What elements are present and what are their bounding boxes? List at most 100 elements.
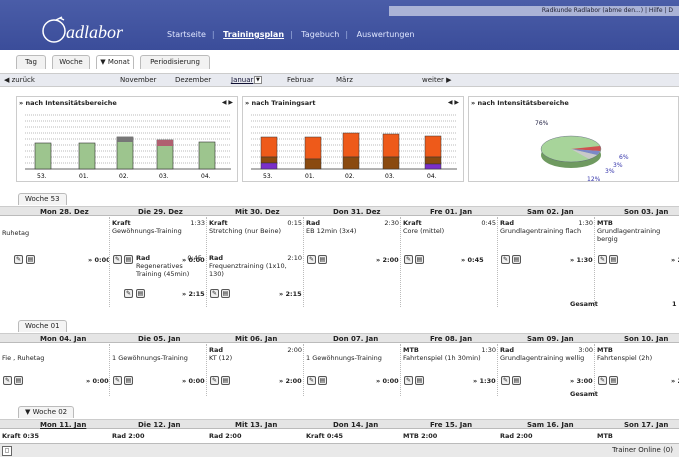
copy-icon[interactable]: ▤ — [318, 376, 327, 385]
label-02: 02. — [119, 173, 129, 180]
day-cell[interactable]: Ruhetag ✎ ▤ » 0:00 — [0, 217, 110, 307]
edit-icon[interactable]: ✎ — [598, 376, 607, 385]
day-cell[interactable]: Rad 2:00 KT (12) ✎ ▤ » 2:00 — [207, 344, 304, 396]
month-maerz[interactable]: März — [336, 76, 353, 84]
entry-text: MTB Grundlagentraining bergig — [597, 219, 661, 243]
week-tab-53[interactable]: Woche 53 — [18, 193, 67, 205]
bar-02-orange — [342, 132, 360, 158]
edit-icon[interactable]: ✎ — [501, 255, 510, 264]
day-cell[interactable]: MTB 1:30 Fahrtenspiel (1h 30min) ✎ ▤ » 1:3… — [401, 344, 498, 396]
tab-tag[interactable]: Tag — [16, 55, 46, 69]
month-dezember[interactable]: Dezember — [175, 76, 211, 84]
edit-icon[interactable]: ✎ — [598, 255, 607, 264]
panel-arrows[interactable]: ◀ ▶ — [448, 99, 459, 106]
day-cell[interactable]: Rad 1:30 Grundlagentraining flach ✎ ▤ » 1:… — [498, 217, 595, 307]
tab-periodisierung[interactable]: Periodisierung — [140, 55, 210, 69]
radlabor-logo[interactable]: adlabor — [42, 14, 152, 44]
edit-icon[interactable]: ✎ — [3, 376, 12, 385]
day-cell[interactable]: Kraft 0:15 Stretching (nur Beine) Rad 2:10 F… — [207, 217, 304, 307]
day-sum: » 0:00 — [86, 377, 109, 385]
month-januar[interactable]: Januar — [231, 76, 253, 84]
edit-icon[interactable]: ✎ — [210, 376, 219, 385]
copy-icon[interactable]: ▤ — [221, 376, 230, 385]
day-sum: » 2:15 — [279, 290, 302, 298]
copy-icon[interactable]: ▤ — [124, 255, 133, 264]
entry-text: Rad 2:10 Frequenztraining (1x10, 130) — [209, 254, 302, 278]
nav-startseite[interactable]: Startseite — [167, 30, 206, 39]
copy-icon[interactable]: ▤ — [609, 376, 618, 385]
edit-icon[interactable]: ✎ — [404, 255, 413, 264]
day-sum: » 1:30 — [570, 256, 593, 264]
day-sum: » 2 — [671, 256, 679, 264]
copy-icon[interactable]: ▤ — [26, 255, 35, 264]
edit-icon[interactable]: ✎ — [210, 289, 219, 298]
day-header: Don 07. Jan — [333, 335, 379, 343]
day-cell[interactable]: Kraft 1:33 Gewöhnungs-Training ✎ ▤ » 0:00 … — [110, 217, 207, 307]
label-02: 02. — [345, 173, 355, 180]
day-cell[interactable]: MTBGrundlagentraining bergig ✎ ▤ » 2 — [595, 217, 679, 307]
copy-icon[interactable]: ▤ — [221, 289, 230, 298]
edit-icon[interactable]: ✎ — [14, 255, 23, 264]
day-cell[interactable]: 1 Gewöhnungs-Training ✎ ▤ » 0:00 — [110, 344, 207, 396]
user-bar[interactable]: Radkunde Radlabor (abme den...) | Hilfe … — [389, 6, 679, 16]
day-header: Sam 02. Jan — [527, 208, 574, 216]
entry-text: Rad 2:00 — [209, 432, 242, 440]
copy-icon[interactable]: ▤ — [415, 255, 424, 264]
nav-tagebuch[interactable]: Tagebuch — [301, 30, 339, 39]
month-februar[interactable]: Februar — [287, 76, 314, 84]
edit-icon[interactable]: ✎ — [307, 255, 316, 264]
tab-woche[interactable]: Woche — [52, 55, 90, 69]
edit-icon[interactable]: ✎ — [113, 376, 122, 385]
day-sum: » 0:00 — [182, 377, 205, 385]
day-cell[interactable]: Rad 2:30 EB 12min (3x4) ✎ ▤ » 2:00 — [304, 217, 401, 307]
nav-trainingsplan[interactable]: Trainingsplan — [223, 30, 284, 39]
entry-text: Kraft 0:35 — [2, 432, 39, 440]
edit-icon[interactable]: ✎ — [404, 376, 413, 385]
week-total-label: Gesamt — [570, 300, 598, 308]
nav-auswertungen[interactable]: Auswertungen — [357, 30, 415, 39]
bar-04-purple — [424, 163, 442, 170]
pie-label-76: 76% — [535, 120, 549, 127]
copy-icon[interactable]: ▤ — [136, 289, 145, 298]
day-cell[interactable]: Rad 3:00 Grundlagentraining wellig ✎ ▤ » 3… — [498, 344, 595, 396]
day-header: Sam 09. Jan — [527, 335, 574, 343]
day-header: Mit 13. Jan — [235, 421, 278, 429]
copy-icon[interactable]: ▤ — [14, 376, 23, 385]
copy-icon[interactable]: ▤ — [415, 376, 424, 385]
tab-monat[interactable]: ▼ Monat — [96, 55, 134, 69]
copy-icon[interactable]: ▤ — [609, 255, 618, 264]
trainer-online[interactable]: Trainer Online (0) — [612, 446, 673, 454]
edit-icon[interactable]: ✎ — [113, 255, 122, 264]
day-cell[interactable]: MTBFahrtenspiel (2h) ✎ ▤ » 2 — [595, 344, 679, 396]
week-tab-01[interactable]: Woche 01 — [18, 320, 67, 332]
edit-icon[interactable]: ✎ — [124, 289, 133, 298]
forward-link[interactable]: weiter ▶ — [422, 76, 452, 84]
bar-01-orange — [304, 136, 322, 160]
bar-53-brown — [260, 156, 278, 164]
day-sum: » 1:30 — [473, 377, 496, 385]
day-cell[interactable]: Kraft 0:45 Core (mittel) ✎ ▤ » 0:45 — [401, 217, 498, 307]
copy-icon[interactable]: ▤ — [512, 255, 521, 264]
month-dropdown-icon[interactable]: ▼ — [254, 76, 262, 84]
pie-label-3b: 3% — [605, 168, 615, 175]
entry-text: Fie , Ruhetag — [2, 354, 45, 362]
bar-03-brown — [382, 156, 400, 170]
panel-title: » nach Trainingsart — [245, 99, 316, 107]
panel-arrows[interactable]: ◀ ▶ — [222, 99, 233, 106]
month-november[interactable]: November — [120, 76, 156, 84]
edit-icon[interactable]: ✎ — [307, 376, 316, 385]
status-icon[interactable]: ◻ — [2, 446, 12, 456]
edit-icon[interactable]: ✎ — [501, 376, 510, 385]
bar-04 — [198, 141, 216, 170]
week-tab-02[interactable]: ▼ Woche 02 — [18, 406, 75, 418]
label-03: 03. — [385, 173, 395, 180]
day-cell[interactable]: Fie , Ruhetag ✎ ▤ » 0:00 — [0, 344, 110, 396]
entry-text: 1 Gewöhnungs-Training — [112, 354, 188, 362]
copy-icon[interactable]: ▤ — [124, 376, 133, 385]
entry-text: Kraft 0:15 Stretching (nur Beine) — [209, 219, 302, 235]
back-link[interactable]: ◀ zurück — [4, 76, 35, 84]
day-cell[interactable]: 1 Gewöhnungs-Training ✎ ▤ » 0:00 — [304, 344, 401, 396]
copy-icon[interactable]: ▤ — [318, 255, 327, 264]
copy-icon[interactable]: ▤ — [512, 376, 521, 385]
day-sum: » 2:00 — [376, 256, 399, 264]
